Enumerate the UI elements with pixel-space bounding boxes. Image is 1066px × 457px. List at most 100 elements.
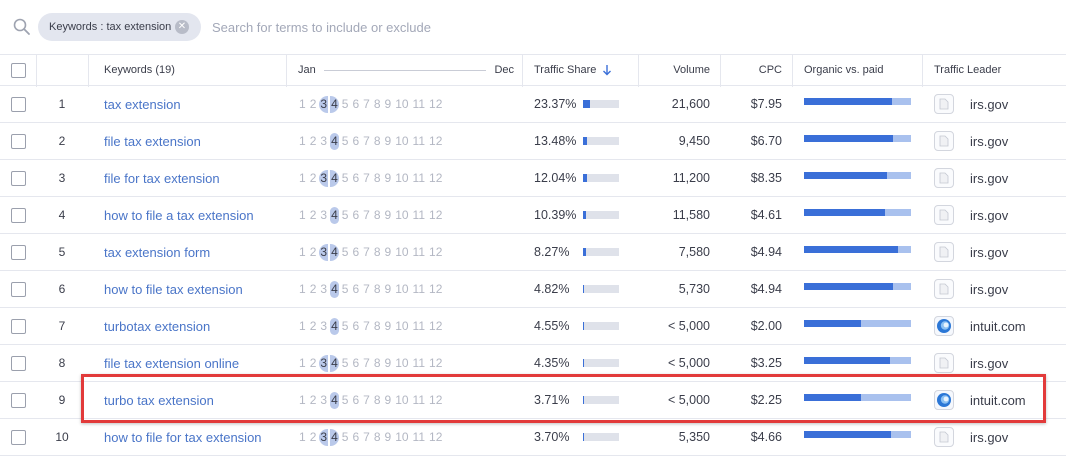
keyword-link[interactable]: tax extension: [104, 86, 289, 122]
month-cell: 12: [429, 96, 443, 111]
traffic-leader-domain: irs.gov: [970, 207, 1009, 223]
month-cell: 6: [352, 281, 360, 296]
table-row[interactable]: 1 tax extension 1 2 3 4 5 6 7 8 9 10 11 12 23.37% 2…: [0, 86, 1066, 123]
table-row[interactable]: 4 how to file a tax extension 1234567891…: [0, 197, 1066, 234]
doc-icon: [934, 427, 954, 447]
row-checkbox[interactable]: [10, 244, 26, 260]
volume-value: < 5,000: [667, 319, 710, 333]
table-row[interactable]: 8 file tax extension online 1 2 3 4 5 6 7 8 9 10 1…: [0, 345, 1066, 382]
cpc-header[interactable]: CPC: [718, 55, 782, 85]
table-row[interactable]: 2 file tax extension 1 2 3 4 5 6 7 8 9 10 11 12 13.…: [0, 123, 1066, 160]
row-number: 1: [58, 97, 66, 111]
month-cell: 3: [320, 207, 328, 222]
row-checkbox[interactable]: [10, 429, 26, 445]
keywords-header[interactable]: Keywords (19): [104, 55, 289, 85]
month-cell: 4: [330, 391, 339, 409]
month-cell: 7: [363, 318, 370, 333]
cpc-value: $4.61: [750, 208, 782, 222]
keyword-link[interactable]: file for tax extension: [104, 160, 289, 196]
month-cell: 10: [395, 170, 409, 185]
traffic-leader-cell[interactable]: irs.gov: [934, 419, 1064, 455]
volume-value: 5,350: [678, 430, 710, 444]
month-cell: 9: [384, 281, 392, 296]
month-cell: 8: [373, 170, 381, 185]
table-row[interactable]: 3 file for tax extension 1 2 3 4 5 6 7 8 9 10 11 12…: [0, 160, 1066, 197]
traffic-leader-cell[interactable]: irs.gov: [934, 345, 1064, 381]
intuit-logo-icon: [934, 316, 954, 336]
month-cell: 12: [429, 133, 443, 148]
organic-paid-bar: [804, 208, 911, 216]
row-checkbox[interactable]: [10, 170, 26, 186]
table-row[interactable]: 5 tax extension form 1 2 3 4 5 6 7 8 9 10 11 12 8.2…: [0, 234, 1066, 271]
month-cell: 4: [330, 428, 339, 446]
month-cell: 5: [341, 318, 349, 333]
traffic-leader-cell[interactable]: irs.gov: [934, 160, 1064, 196]
month-seasonality: 1 2 3 4 5 6 7 8 9 10 11 12: [298, 345, 516, 381]
traffic-share-value: 12.04%: [534, 171, 577, 185]
volume-header[interactable]: Volume: [648, 55, 710, 85]
month-cell: 7: [363, 207, 370, 222]
table-row[interactable]: 10 how to file for tax extension 1234567…: [0, 419, 1066, 456]
row-checkbox-cell: [0, 382, 36, 418]
close-icon[interactable]: ✕: [175, 20, 189, 34]
keyword-filter-chip[interactable]: Keywords : tax extension ✕: [38, 13, 201, 41]
organic-paid-bar-cell: [804, 271, 914, 307]
month-cell: 11: [412, 392, 426, 407]
month-cell: 8: [373, 429, 381, 444]
keyword-link[interactable]: turbo tax extension: [104, 382, 289, 418]
month-cell: 1: [299, 318, 306, 333]
month-cell: 12: [429, 392, 443, 407]
keyword-link[interactable]: how to file a tax extension: [104, 197, 289, 233]
select-all-checkbox[interactable]: [10, 62, 26, 78]
month-cell: 11: [412, 244, 426, 259]
traffic-share-cell: 3.70%: [534, 419, 644, 455]
table-row[interactable]: 6 how to file tax extension 1 2 3 4 5 6 7 8 9 10 1…: [0, 271, 1066, 308]
traffic-leader-cell[interactable]: irs.gov: [934, 197, 1064, 233]
month-cell: 3: [320, 281, 328, 296]
month-cell: 1: [299, 244, 306, 259]
row-checkbox[interactable]: [10, 133, 26, 149]
keyword-link[interactable]: turbotax extension: [104, 308, 289, 344]
month-range-header: Jan Dec: [298, 55, 516, 85]
month-cell: 7: [363, 96, 370, 111]
organic-paid-bar: [804, 171, 911, 179]
month-cell: 5: [341, 207, 349, 222]
row-checkbox-cell: [0, 197, 36, 233]
keyword-link[interactable]: file tax extension: [104, 123, 289, 159]
keyword-link[interactable]: how to file for tax extension: [104, 419, 289, 455]
table-row[interactable]: 9 turbo tax extension 1 2 3 4 5 6 7 8 9 10 11 12 3.…: [0, 382, 1066, 419]
traffic-leader-cell[interactable]: irs.gov: [934, 86, 1064, 122]
row-checkbox-cell: [0, 86, 36, 122]
month-cell: 1: [299, 207, 306, 222]
organic-paid-header[interactable]: Organic vs. paid: [804, 55, 914, 85]
row-checkbox[interactable]: [10, 318, 26, 334]
row-checkbox[interactable]: [10, 355, 26, 371]
traffic-leader-cell[interactable]: irs.gov: [934, 234, 1064, 270]
volume-value: 11,200: [672, 171, 710, 185]
traffic-leader-cell[interactable]: intuit.com: [934, 382, 1064, 418]
row-checkbox[interactable]: [10, 207, 26, 223]
month-cell: 11: [412, 170, 426, 185]
cpc-value: $4.94: [750, 282, 782, 296]
table-row[interactable]: 7 turbotax extension 1 2 3 4 5 6 7 8 9 10 11 12 4.5…: [0, 308, 1066, 345]
cpc-value: $3.25: [750, 356, 782, 370]
traffic-share-cell: 23.37%: [534, 86, 644, 122]
keyword-link[interactable]: how to file tax extension: [104, 271, 289, 307]
keyword-link[interactable]: tax extension form: [104, 234, 289, 270]
traffic-leader-cell[interactable]: irs.gov: [934, 123, 1064, 159]
month-cell: 2: [309, 133, 317, 148]
row-checkbox[interactable]: [10, 281, 26, 297]
traffic-share-header[interactable]: Traffic Share: [534, 55, 644, 85]
traffic-share-cell: 3.71%: [534, 382, 644, 418]
row-checkbox[interactable]: [10, 96, 26, 112]
cpc-value: $4.94: [750, 245, 782, 259]
row-checkbox[interactable]: [10, 392, 26, 408]
month-cell: 5: [341, 392, 349, 407]
traffic-leader-cell[interactable]: intuit.com: [934, 308, 1064, 344]
search-input[interactable]: [212, 15, 712, 39]
keyword-link[interactable]: file tax extension online: [104, 345, 289, 381]
traffic-leader-cell[interactable]: irs.gov: [934, 271, 1064, 307]
organic-paid-bar-cell: [804, 123, 914, 159]
organic-paid-bar-cell: [804, 382, 914, 418]
traffic-leader-header[interactable]: Traffic Leader: [934, 55, 1064, 85]
